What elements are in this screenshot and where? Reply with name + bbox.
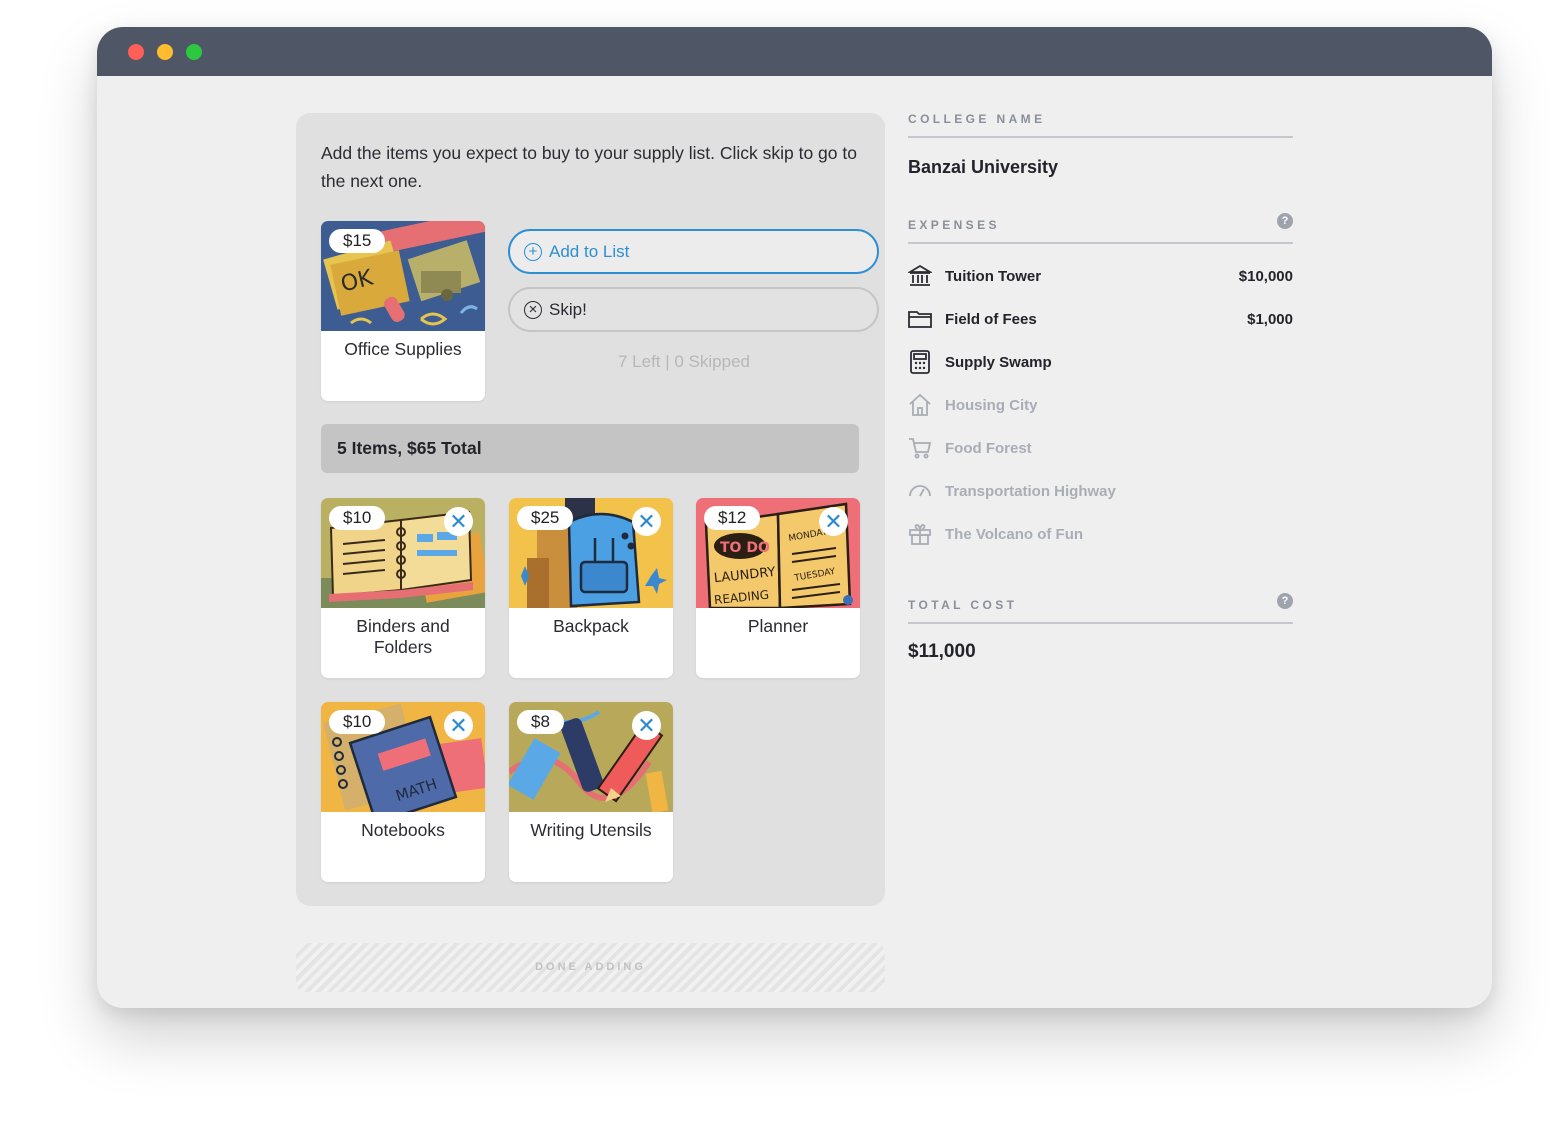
list-item-card: TO DO LAUNDRY READING MONDAY TUESDAY $12… (696, 498, 860, 678)
cart-icon (909, 438, 932, 459)
item-name: Backpack (553, 616, 629, 636)
total-cost-heading: TOTAL COST ? (908, 593, 1293, 624)
remove-item-button[interactable]: ✕ (819, 507, 848, 536)
list-item-card: MATH $10 ✕ Notebooks (321, 702, 485, 882)
expenses-heading: EXPENSES ? (908, 213, 1293, 244)
app-window: Add the items you expect to buy to your … (97, 27, 1492, 1008)
add-to-list-button[interactable]: + Add to List (508, 229, 879, 274)
item-name: Notebooks (361, 820, 445, 840)
done-adding-button[interactable]: DONE ADDING (296, 943, 885, 992)
title-bar (97, 27, 1492, 76)
speedometer-icon (909, 485, 931, 497)
supply-panel: Add the items you expect to buy to your … (296, 113, 885, 906)
current-item-card: OK $15 Office Supplies (321, 221, 485, 401)
remove-item-button[interactable]: ✕ (444, 507, 473, 536)
total-cost-help-icon[interactable]: ? (1277, 593, 1293, 609)
progress-text: 7 Left | 0 Skipped (617, 352, 750, 371)
expense-transportation-highway[interactable]: Transportation Highway (908, 479, 1293, 509)
list-summary: 5 Items, $65 Total (321, 424, 859, 473)
item-price: $8 (517, 710, 564, 734)
remove-item-button[interactable]: ✕ (632, 711, 661, 740)
close-window-button[interactable] (128, 44, 144, 60)
item-price: $10 (329, 710, 386, 734)
calculator-icon (910, 350, 930, 374)
list-item-card: $8 ✕ Writing Utensils (509, 702, 673, 882)
list-item-card: $25 ✕ Backpack (509, 498, 673, 678)
minimize-window-button[interactable] (157, 44, 173, 60)
expense-volcano-of-fun[interactable]: The Volcano of Fun (908, 522, 1293, 552)
current-item-price: $15 (329, 229, 386, 253)
item-price: $25 (517, 506, 574, 530)
expense-housing-city[interactable]: Housing City (908, 393, 1293, 423)
remove-item-button[interactable]: ✕ (632, 507, 661, 536)
expense-field-of-fees[interactable]: Field of Fees $1,000 (908, 307, 1293, 337)
instructions-text: Add the items you expect to buy to your … (321, 143, 857, 191)
expenses-help-icon[interactable]: ? (1277, 213, 1293, 229)
item-name: Writing Utensils (530, 820, 652, 840)
folder-icon (908, 311, 932, 328)
expense-food-forest[interactable]: Food Forest (908, 436, 1293, 466)
current-item-name: Office Supplies (344, 339, 462, 359)
expense-supply-swamp[interactable]: Supply Swamp (908, 350, 1293, 380)
plus-circle-icon: + (524, 243, 542, 261)
zoom-window-button[interactable] (186, 44, 202, 60)
gift-icon (909, 524, 931, 545)
skip-button[interactable]: × Skip! (508, 287, 879, 332)
total-cost-value: $11,000 (908, 641, 976, 662)
remove-item-button[interactable]: ✕ (444, 711, 473, 740)
college-name: Banzai University (908, 157, 1059, 177)
x-circle-icon: × (524, 301, 542, 319)
item-name: Planner (747, 616, 809, 636)
house-icon (909, 393, 931, 416)
expense-tuition-tower[interactable]: Tuition Tower $10,000 (908, 264, 1293, 294)
svg-text:TO DO: TO DO (720, 540, 770, 556)
list-item-card: $10 ✕ Binders and Folders (321, 498, 485, 678)
college-name-heading: COLLEGE NAME (908, 112, 1293, 138)
bank-icon (908, 264, 932, 286)
item-price: $10 (329, 506, 386, 530)
item-name: Binders and Folders (356, 616, 450, 657)
item-price: $12 (704, 506, 761, 530)
